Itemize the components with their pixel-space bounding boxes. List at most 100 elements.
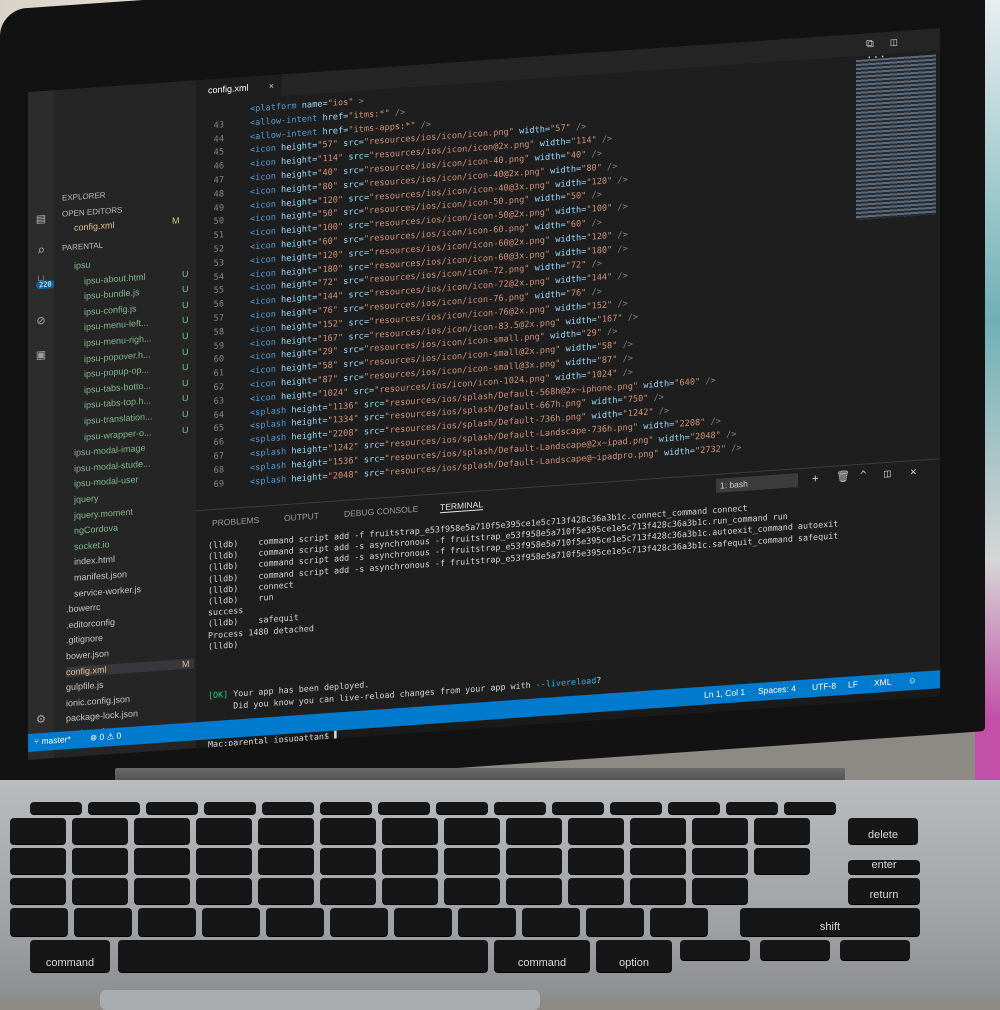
keyboard-key[interactable] [10, 878, 66, 904]
keyboard-key[interactable] [134, 848, 190, 874]
tree-item[interactable]: jquery [74, 486, 194, 505]
keyboard-key[interactable] [196, 848, 252, 874]
end-of-line[interactable]: LF [848, 679, 858, 690]
new-terminal-icon[interactable]: + [812, 472, 819, 485]
keyboard-key[interactable] [262, 802, 314, 814]
arrow-key[interactable] [760, 940, 830, 960]
option-key[interactable]: option [596, 940, 672, 972]
keyboard-key[interactable] [568, 818, 624, 844]
keyboard-key[interactable] [30, 802, 82, 814]
tree-item[interactable]: manifest.json [74, 564, 194, 583]
tree-item[interactable]: ipsu-menu-righ... U [84, 330, 194, 348]
keyboard-key[interactable] [10, 908, 68, 936]
keyboard-key[interactable] [382, 878, 438, 904]
files-icon[interactable]: ▤ [33, 211, 49, 228]
tree-item[interactable]: ipsu-modal-image [74, 440, 194, 458]
tree-item[interactable]: ipsu-translation... U [84, 408, 194, 426]
keyboard-key[interactable] [444, 878, 500, 904]
keyboard-key[interactable] [258, 878, 314, 904]
minimap[interactable] [856, 54, 936, 221]
keyboard-key[interactable] [784, 802, 836, 814]
trash-icon[interactable]: 🗑 [836, 470, 850, 484]
keyboard-key[interactable] [630, 848, 686, 874]
encoding[interactable]: UTF-8 [812, 680, 836, 692]
open-editors-title[interactable]: OPEN EDITORS [62, 205, 122, 218]
tree-item[interactable]: ipsu-tabs-botto... U [84, 377, 194, 395]
keyboard-key[interactable] [692, 818, 748, 844]
keyboard-key[interactable] [436, 802, 488, 814]
keyboard-key[interactable] [506, 818, 562, 844]
keyboard-key[interactable] [72, 878, 128, 904]
keyboard-key[interactable] [692, 848, 748, 874]
tree-item[interactable]: ipsu-modal-stude... [74, 455, 194, 473]
keyboard-key[interactable] [394, 908, 452, 936]
tree-item[interactable]: ipsu-wrapper-o... U [84, 424, 194, 441]
keyboard-key[interactable] [522, 908, 580, 936]
keyboard-key[interactable] [320, 802, 372, 814]
tree-item[interactable]: ipsu-menu-left... U [84, 315, 194, 332]
keyboard-key[interactable] [204, 802, 256, 814]
gear-icon[interactable]: ⚙ [33, 711, 49, 728]
keyboard-key[interactable] [196, 818, 252, 844]
keyboard-key[interactable] [10, 818, 66, 844]
keyboard-key[interactable] [320, 818, 376, 844]
tree-item[interactable]: ipsu-popover.h... U [84, 346, 194, 363]
keyboard-key[interactable] [320, 878, 376, 904]
language-mode[interactable]: XML [874, 677, 891, 688]
keyboard-key[interactable] [266, 908, 324, 936]
keyboard-key[interactable] [754, 818, 810, 844]
keyboard-key[interactable] [668, 802, 720, 814]
keyboard-key[interactable] [692, 878, 748, 904]
keyboard-key[interactable] [444, 818, 500, 844]
keyboard-key[interactable] [382, 848, 438, 874]
extensions-icon[interactable]: ▣ [33, 347, 49, 364]
keyboard-key[interactable] [506, 878, 562, 904]
tree-item[interactable]: ipsu-modal-user [74, 471, 194, 490]
feedback-icon[interactable]: ☺ [908, 675, 917, 686]
keyboard-key[interactable] [258, 818, 314, 844]
tree-item[interactable]: ipsu-config.js U [84, 299, 194, 317]
tree-item[interactable]: ipsu [74, 252, 194, 271]
keyboard-key[interactable] [72, 818, 128, 844]
tab-config-xml[interactable]: config.xml × [196, 74, 282, 103]
tab-terminal[interactable]: TERMINAL [440, 499, 483, 514]
indentation[interactable]: Spaces: 4 [758, 683, 796, 696]
keyboard-key[interactable] [134, 818, 190, 844]
tree-item[interactable]: socket.io [74, 533, 194, 551]
tab-debug-console[interactable]: DEBUG CONSOLE [344, 504, 418, 519]
open-changes-icon[interactable]: ⧉ [866, 37, 874, 51]
keyboard-key[interactable] [494, 802, 546, 814]
split-terminal-icon[interactable]: ◫ [884, 467, 891, 480]
tree-item[interactable]: ipsu-popup-op... U [84, 362, 194, 379]
close-icon[interactable]: × [269, 75, 274, 97]
keyboard-key[interactable] [754, 848, 810, 874]
keyboard-key[interactable] [552, 802, 604, 814]
debug-icon[interactable]: ⊘ [33, 313, 49, 330]
keyboard-key[interactable] [74, 908, 132, 936]
tree-item[interactable]: ipsu-about.html U [84, 268, 194, 285]
keyboard-key[interactable] [330, 908, 388, 936]
keyboard-key[interactable] [610, 802, 662, 814]
tree-item[interactable]: ipsu-tabs-top.h... U [84, 393, 194, 410]
terminal-select[interactable]: 1: bash [716, 473, 798, 493]
arrow-key[interactable] [680, 940, 750, 960]
space-bar[interactable] [118, 940, 488, 972]
keyboard-key[interactable] [258, 848, 314, 874]
keyboard-key[interactable] [444, 848, 500, 874]
keyboard-key[interactable] [630, 818, 686, 844]
keyboard-key[interactable] [586, 908, 644, 936]
keyboard-key[interactable] [134, 878, 190, 904]
keyboard-key[interactable] [458, 908, 516, 936]
keyboard-key[interactable] [196, 878, 252, 904]
problems-indicator[interactable]: ⊗ 0 ⚠ 0 [90, 730, 121, 743]
branch-indicator[interactable]: ⑂ master* [34, 734, 71, 747]
keyboard-key[interactable] [88, 802, 140, 814]
close-panel-icon[interactable]: × [910, 465, 917, 478]
command-key-left[interactable]: command [30, 940, 110, 972]
tab-output[interactable]: OUTPUT [284, 511, 319, 523]
keyboard-key[interactable] [568, 878, 624, 904]
tree-item[interactable]: ipsu-bundle.js U [84, 284, 194, 301]
split-editor-icon[interactable]: ◫ [890, 35, 897, 48]
keyboard-key[interactable] [506, 848, 562, 874]
keyboard-key[interactable] [726, 802, 778, 814]
